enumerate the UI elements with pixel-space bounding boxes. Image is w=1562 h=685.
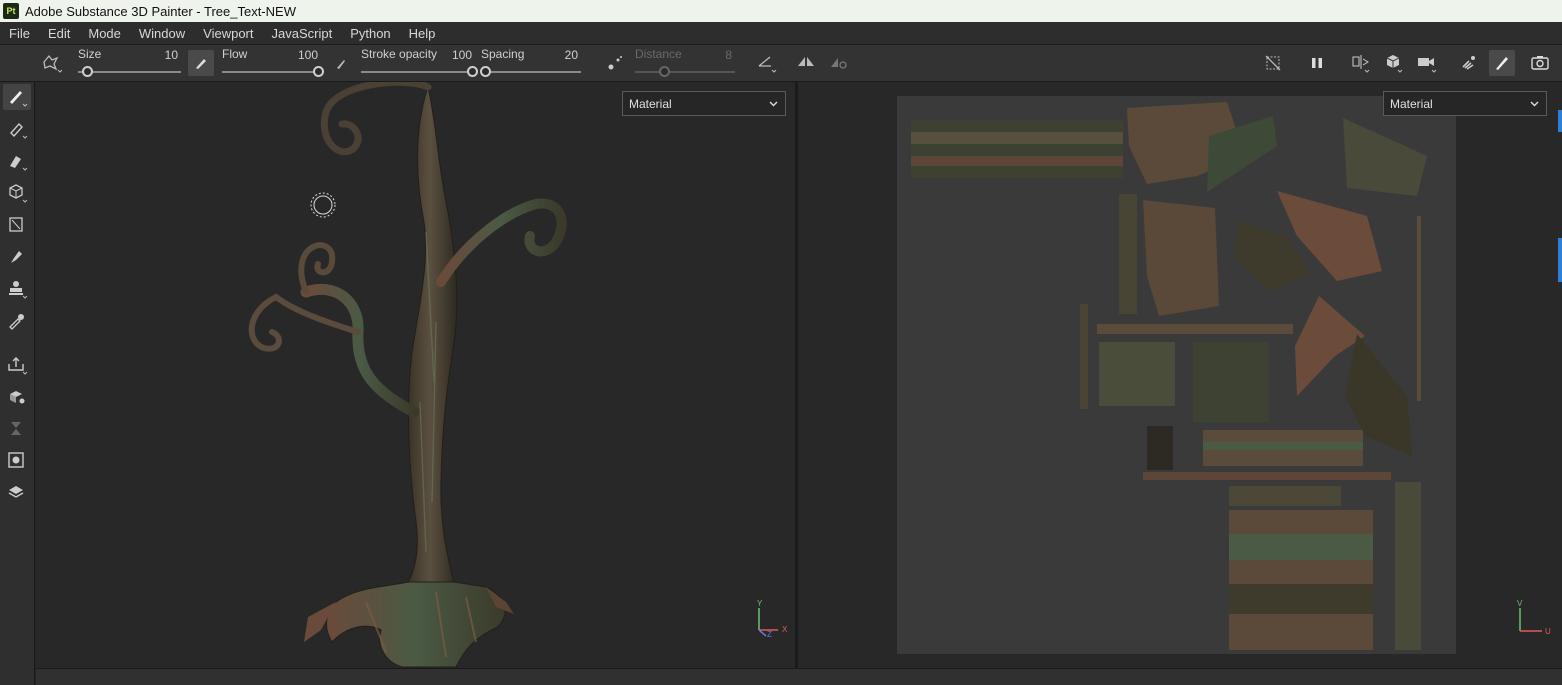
camera-icon[interactable] (1414, 50, 1440, 76)
channel-select-value: Material (629, 96, 672, 111)
explode-icon[interactable] (1456, 50, 1482, 76)
paint-brush-icon[interactable] (3, 84, 31, 110)
alignment-icon[interactable] (754, 50, 780, 76)
spacing-slider-knob[interactable] (480, 66, 491, 77)
hide-uv-icon[interactable] (1260, 50, 1286, 76)
uv-islands (911, 102, 1427, 650)
menu-edit[interactable]: Edit (39, 26, 79, 41)
flow-slider-knob[interactable] (313, 66, 324, 77)
symmetry-icon[interactable] (793, 49, 819, 75)
export-icon[interactable] (3, 352, 31, 378)
size-slider[interactable] (78, 71, 181, 73)
spacing-slider[interactable] (481, 71, 581, 73)
split-view-icon[interactable] (1348, 50, 1374, 76)
projection-icon[interactable] (3, 148, 31, 174)
smudge-icon[interactable] (3, 212, 31, 238)
status-bar (36, 668, 1562, 685)
lazy-mouse-icon[interactable] (602, 50, 628, 76)
shelf-icon[interactable] (3, 480, 31, 506)
distance-slider (635, 71, 735, 73)
pause-icon[interactable] (1304, 50, 1330, 76)
geometry-fill-icon[interactable] (3, 180, 31, 206)
size-slider-knob[interactable] (82, 66, 94, 77)
chevron-down-icon (769, 101, 778, 107)
distance-value: 8 (725, 48, 732, 62)
stroke-opacity-pressure-icon[interactable] (328, 50, 354, 76)
tool-palette (0, 82, 35, 685)
side-panel-indicator[interactable] (1558, 238, 1562, 282)
history-icon[interactable] (3, 416, 31, 442)
tool-properties-bar: Size 10 Flow 100 Stroke opacity 100 Spac… (0, 45, 1562, 82)
app-logo: Pt (3, 3, 19, 19)
tree-model (248, 78, 567, 668)
flow-slider[interactable] (222, 71, 319, 73)
size-value: 10 (164, 48, 178, 62)
color-picker-icon[interactable] (3, 308, 31, 334)
channel-select-value-2d: Material (1390, 96, 1433, 111)
axis-z-label: Z (767, 630, 772, 639)
stroke-opacity-value: 100 (451, 48, 472, 62)
title-bar: Pt Adobe Substance 3D Painter - Tree_Tex… (0, 0, 1562, 22)
chevron-down-icon (1530, 101, 1539, 107)
menu-bar: File Edit Mode Window Viewport JavaScrip… (0, 22, 1562, 45)
viewport-2d-channel-select[interactable]: Material (1383, 91, 1547, 116)
menu-python[interactable]: Python (341, 26, 399, 41)
eraser-icon[interactable] (3, 116, 31, 142)
axis-x-label: X (782, 625, 788, 634)
display-settings-icon[interactable] (3, 448, 31, 474)
stamp-icon[interactable] (3, 276, 31, 302)
uv-texture-canvas (897, 96, 1456, 654)
symmetry-settings-icon[interactable] (826, 50, 852, 76)
flow-pressure-icon[interactable] (188, 50, 214, 76)
viewport-2d[interactable]: Material V U (798, 82, 1562, 668)
menu-window[interactable]: Window (130, 26, 194, 41)
stroke-opacity-slider-knob[interactable] (467, 66, 478, 77)
bake-icon[interactable] (3, 384, 31, 410)
stroke-opacity-slider[interactable] (361, 71, 473, 73)
distance-slider-knob (659, 66, 670, 77)
brush-preset-icon[interactable] (38, 50, 64, 76)
flow-value: 100 (297, 48, 318, 62)
flow-label: Flow (222, 47, 248, 61)
screenshot-icon[interactable] (1527, 50, 1553, 76)
spacing-label: Spacing (481, 47, 525, 61)
menu-viewport[interactable]: Viewport (194, 26, 262, 41)
side-panel-indicator[interactable] (1558, 110, 1562, 132)
window-title: Adobe Substance 3D Painter - Tree_Text-N… (25, 3, 296, 19)
axis-y-label: Y (757, 599, 763, 608)
clone-icon[interactable] (3, 244, 31, 270)
menu-javascript[interactable]: JavaScript (262, 26, 341, 41)
menu-mode[interactable]: Mode (79, 26, 130, 41)
viewport-3d-channel-select[interactable]: Material (622, 91, 786, 116)
3d-view-icon[interactable] (1381, 50, 1407, 76)
size-label: Size (78, 47, 102, 61)
axis-v-label: V (1517, 599, 1523, 608)
stroke-opacity-label: Stroke opacity (361, 47, 438, 61)
menu-help[interactable]: Help (400, 26, 445, 41)
menu-file[interactable]: File (0, 26, 39, 41)
paint-mode-icon[interactable] (1489, 50, 1515, 76)
distance-label: Distance (635, 47, 682, 61)
axis-u-label: U (1545, 627, 1551, 636)
viewport-3d[interactable]: Material Y X Z (36, 78, 795, 668)
spacing-value: 20 (564, 48, 578, 62)
